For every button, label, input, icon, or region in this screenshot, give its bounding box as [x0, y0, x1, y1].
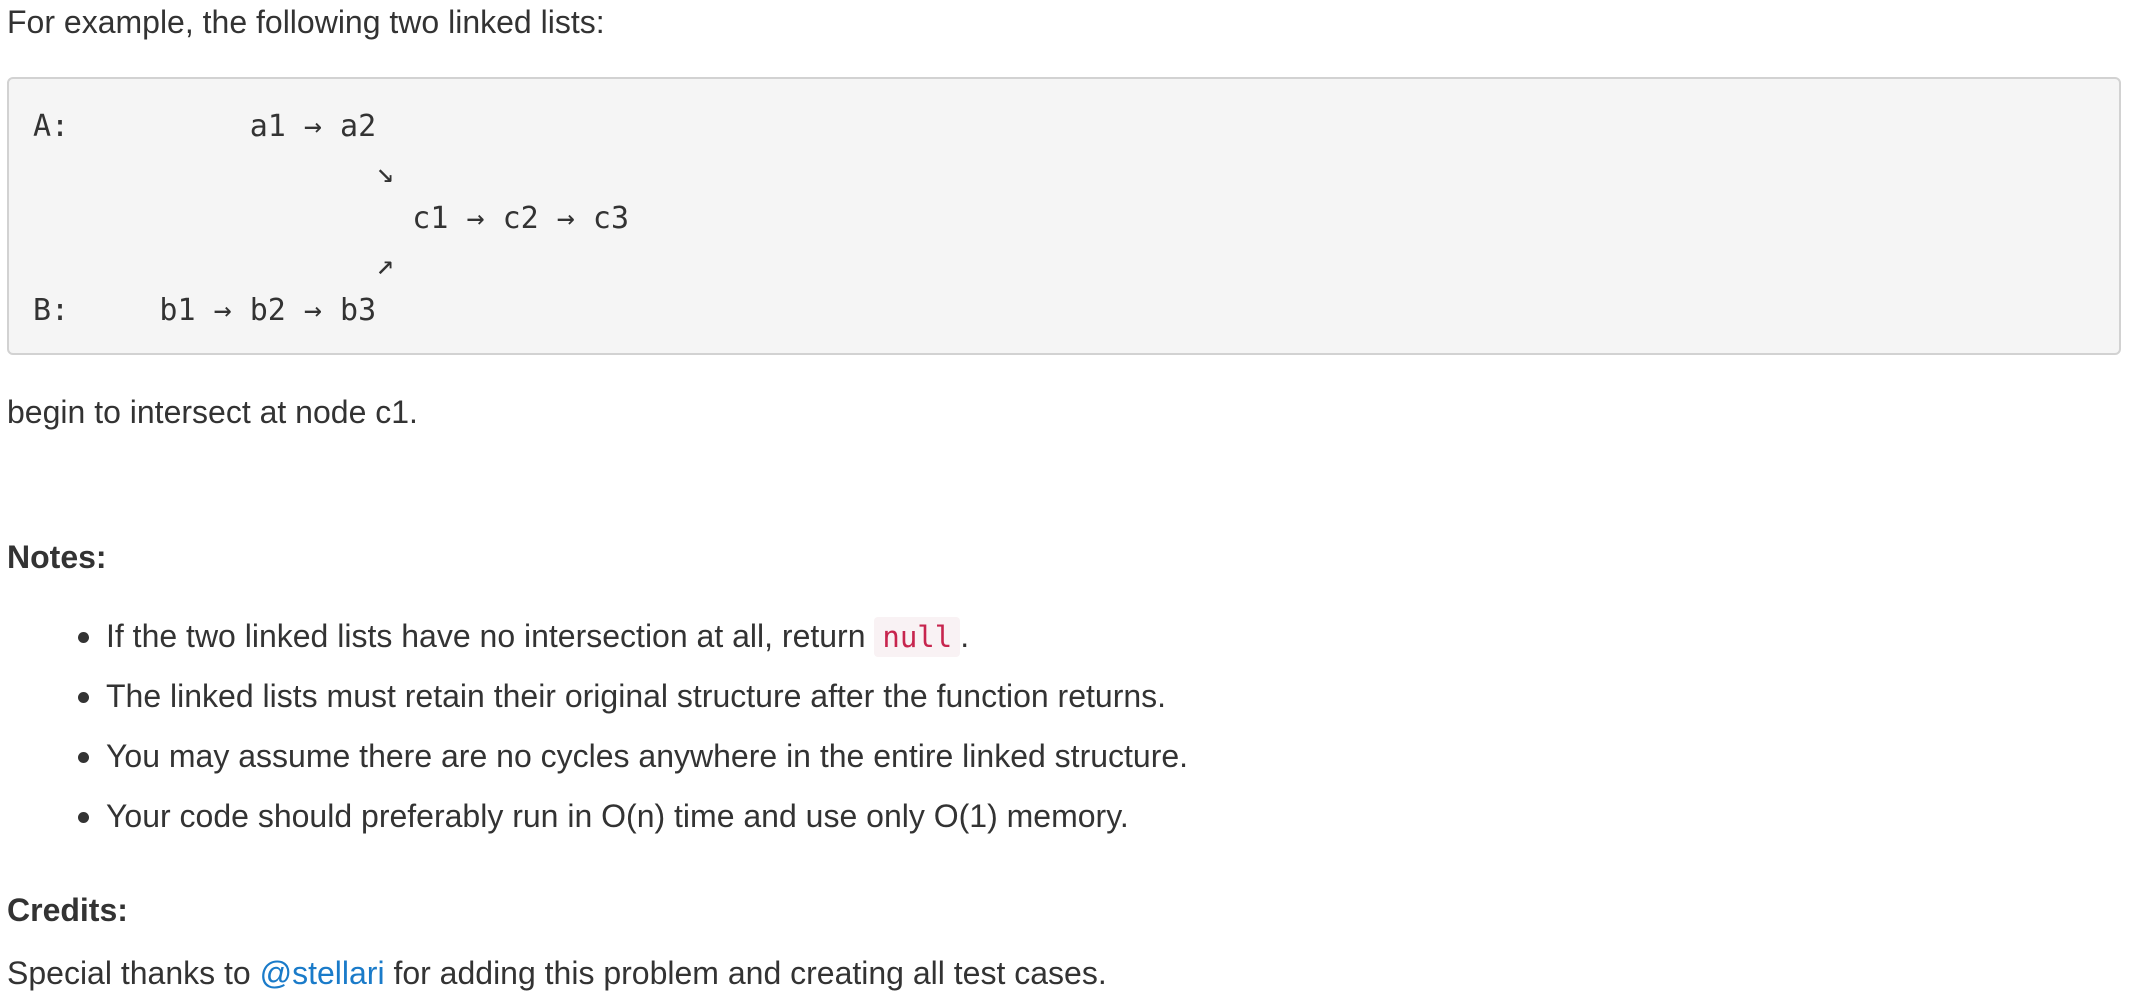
code-line-arrow-down: ↘	[33, 155, 395, 190]
list-item: Your code should preferably run in O(n) …	[0, 796, 1188, 856]
credits-prefix: Special thanks to	[7, 955, 260, 991]
list-item: The linked lists must retain their origi…	[0, 676, 1188, 736]
list-item: You may assume there are no cycles anywh…	[0, 736, 1188, 796]
note-text: Your code should preferably run in O(n) …	[106, 798, 1129, 834]
note-text-end: .	[960, 618, 970, 654]
stellari-user-link[interactable]: @stellari	[260, 955, 385, 991]
code-line-list-a: A: a1 → a2	[33, 109, 377, 144]
code-line-shared-nodes: c1 → c2 → c3	[33, 201, 630, 236]
credits-text: Special thanks to @stellari for adding t…	[7, 953, 1107, 993]
bullet-icon	[78, 632, 89, 643]
code-line-arrow-up: ↗	[33, 247, 395, 282]
linked-list-code-block: A: a1 → a2 ↘ c1 → c2 → c3 ↗ B: b1 → b2 →…	[7, 77, 2121, 355]
bullet-icon	[78, 692, 89, 703]
note-text: The linked lists must retain their origi…	[106, 678, 1167, 714]
bullet-icon	[78, 752, 89, 763]
notes-list: If the two linked lists have no intersec…	[0, 616, 1188, 856]
credits-heading: Credits:	[7, 892, 128, 928]
intro-text: For example, the following two linked li…	[7, 4, 605, 40]
inline-code-null: null	[874, 617, 961, 657]
note-text: You may assume there are no cycles anywh…	[106, 738, 1189, 774]
bullet-icon	[78, 812, 89, 823]
intersection-text: begin to intersect at node c1.	[7, 394, 418, 430]
notes-heading: Notes:	[7, 539, 107, 575]
credits-suffix: for adding this problem and creating all…	[384, 955, 1107, 991]
code-line-list-b: B: b1 → b2 → b3	[33, 293, 377, 328]
note-text: If the two linked lists have no intersec…	[106, 618, 875, 654]
list-item: If the two linked lists have no intersec…	[0, 616, 1188, 676]
